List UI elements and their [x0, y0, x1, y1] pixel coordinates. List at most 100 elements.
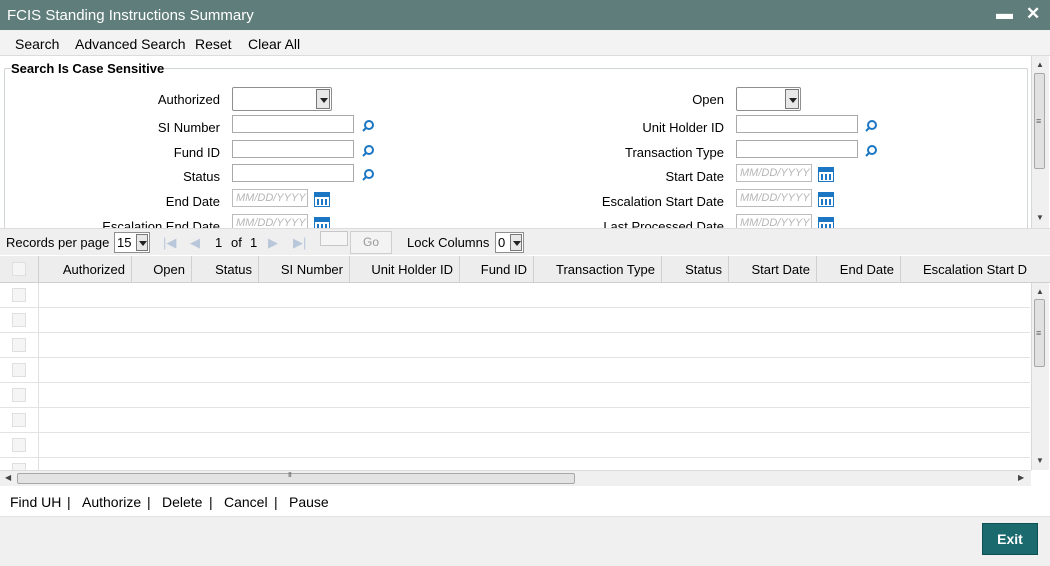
search-lens-icon[interactable] — [361, 119, 375, 133]
search-lens-icon[interactable] — [864, 119, 878, 133]
search-panel: Search Is Case Sensitive Authorized Open… — [0, 56, 1050, 228]
search-lens-icon[interactable] — [361, 168, 375, 182]
row-checkbox[interactable] — [12, 363, 26, 377]
next-page-icon[interactable]: ▶ — [268, 235, 278, 251]
scroll-up-icon[interactable]: ▲ — [1036, 287, 1044, 296]
last-page-icon[interactable]: ▶| — [293, 235, 306, 251]
table-row[interactable] — [0, 383, 1030, 408]
minimize-icon[interactable]: ▬ — [996, 4, 1013, 24]
table-row[interactable] — [0, 308, 1030, 333]
table-row[interactable] — [0, 333, 1030, 358]
column-header-authorized[interactable]: Authorized — [39, 256, 132, 283]
first-page-icon[interactable]: |◀ — [163, 235, 176, 251]
search-lens-icon[interactable] — [864, 144, 878, 158]
fund-id-label: Fund ID — [173, 145, 220, 160]
status-input[interactable] — [232, 164, 354, 182]
grid-vertical-scrollbar[interactable]: ▲ ▼ — [1031, 283, 1049, 470]
scroll-down-icon[interactable]: ▼ — [1036, 456, 1044, 465]
toolbar: Search Advanced Search Reset Clear All — [0, 30, 1050, 56]
cancel-button[interactable]: Cancel — [224, 494, 268, 510]
lock-columns-value: 0 — [498, 235, 506, 250]
column-header-status[interactable]: Status — [192, 256, 259, 283]
fund-id-input[interactable] — [232, 140, 354, 158]
pause-button[interactable]: Pause — [289, 494, 329, 510]
transaction-type-input[interactable] — [736, 140, 858, 158]
start-date-input[interactable]: MM/DD/YYYY — [736, 164, 812, 182]
row-checkbox[interactable] — [12, 313, 26, 327]
column-header-fund-id[interactable]: Fund ID — [460, 256, 534, 283]
scroll-right-icon[interactable]: ▶ — [1018, 473, 1024, 482]
select-all-header[interactable] — [0, 256, 39, 283]
search-legend: Search Is Case Sensitive — [11, 61, 165, 76]
si-number-input[interactable] — [232, 115, 354, 133]
total-pages: 1 — [250, 235, 258, 250]
reset-button[interactable]: Reset — [195, 36, 232, 52]
scroll-down-icon[interactable]: ▼ — [1036, 213, 1044, 222]
pagination-bar: Records per page 15 |◀ ◀ 1 of 1 ▶ ▶| Go … — [0, 228, 1050, 255]
lock-columns-select[interactable]: 0 — [495, 232, 524, 253]
column-header-unit-holder-id[interactable]: Unit Holder ID — [350, 256, 460, 283]
calendar-icon[interactable] — [818, 217, 834, 228]
calendar-icon[interactable] — [818, 192, 834, 207]
page-number-input[interactable] — [320, 231, 348, 246]
open-select[interactable] — [736, 87, 801, 111]
start-date-label: Start Date — [665, 169, 724, 184]
go-button[interactable]: Go — [350, 231, 392, 254]
unit-holder-id-input[interactable] — [736, 115, 858, 133]
records-per-page-value: 15 — [117, 235, 132, 250]
records-per-page-label: Records per page — [6, 235, 110, 250]
row-checkbox[interactable] — [12, 338, 26, 352]
column-header-escalation-start-date[interactable]: Escalation Start D — [901, 256, 1031, 283]
calendar-icon[interactable] — [818, 167, 834, 182]
search-lens-icon[interactable] — [361, 144, 375, 158]
advanced-search-button[interactable]: Advanced Search — [75, 36, 186, 52]
column-header-end-date[interactable]: End Date — [817, 256, 901, 283]
column-header-transaction-type[interactable]: Transaction Type — [534, 256, 662, 283]
end-date-input[interactable]: MM/DD/YYYY — [232, 189, 308, 207]
table-row[interactable] — [0, 408, 1030, 433]
search-button[interactable]: Search — [15, 36, 59, 52]
exit-button[interactable]: Exit — [982, 523, 1038, 555]
grid-header: Authorized Open Status SI Number Unit Ho… — [0, 256, 1050, 283]
scroll-left-icon[interactable]: ◀ — [5, 473, 11, 482]
select-all-checkbox[interactable] — [12, 262, 26, 276]
row-checkbox[interactable] — [12, 288, 26, 302]
prev-page-icon[interactable]: ◀ — [190, 235, 200, 251]
last-processed-date-input[interactable]: MM/DD/YYYY — [736, 214, 812, 228]
horizontal-scroll-thumb[interactable] — [17, 472, 575, 484]
bottom-bar: Exit — [0, 516, 1050, 566]
close-icon[interactable]: ✕ — [1026, 4, 1040, 24]
row-checkbox[interactable] — [12, 388, 26, 402]
grid-actions: Find UH | Authorize | Delete | Cancel | … — [0, 486, 1050, 516]
find-uh-button[interactable]: Find UH — [10, 494, 61, 510]
escalation-start-date-label: Escalation Start Date — [601, 194, 724, 209]
authorized-select[interactable] — [232, 87, 332, 111]
escalation-start-date-input[interactable]: MM/DD/YYYY — [736, 189, 812, 207]
table-row[interactable] — [0, 358, 1030, 383]
calendar-icon[interactable] — [314, 217, 330, 228]
column-header-si-number[interactable]: SI Number — [259, 256, 350, 283]
lock-columns-label: Lock Columns — [407, 235, 490, 250]
grid-horizontal-scrollbar[interactable]: ◀ ▶ — [0, 470, 1031, 486]
transaction-type-label: Transaction Type — [625, 145, 724, 160]
clear-all-button[interactable]: Clear All — [248, 36, 300, 52]
calendar-icon[interactable] — [314, 192, 330, 207]
table-row[interactable] — [0, 283, 1030, 308]
end-date-label: End Date — [165, 194, 220, 209]
escalation-end-date-input[interactable]: MM/DD/YYYY — [232, 214, 308, 228]
records-per-page-select[interactable]: 15 — [114, 232, 150, 253]
row-checkbox[interactable] — [12, 438, 26, 452]
scroll-up-icon[interactable]: ▲ — [1036, 60, 1044, 69]
column-header-status-2[interactable]: Status — [662, 256, 729, 283]
authorize-button[interactable]: Authorize — [82, 494, 141, 510]
column-header-start-date[interactable]: Start Date — [729, 256, 817, 283]
search-panel-scrollbar[interactable]: ▲ ▼ — [1031, 56, 1049, 228]
separator: | — [274, 494, 278, 510]
table-row[interactable] — [0, 433, 1030, 458]
column-header-open[interactable]: Open — [132, 256, 192, 283]
scroll-thumb[interactable] — [1034, 73, 1045, 169]
scroll-thumb[interactable] — [1034, 299, 1045, 367]
delete-button[interactable]: Delete — [162, 494, 202, 510]
row-checkbox[interactable] — [12, 413, 26, 427]
title-bar: FCIS Standing Instructions Summary ▬ ✕ — [0, 0, 1050, 30]
